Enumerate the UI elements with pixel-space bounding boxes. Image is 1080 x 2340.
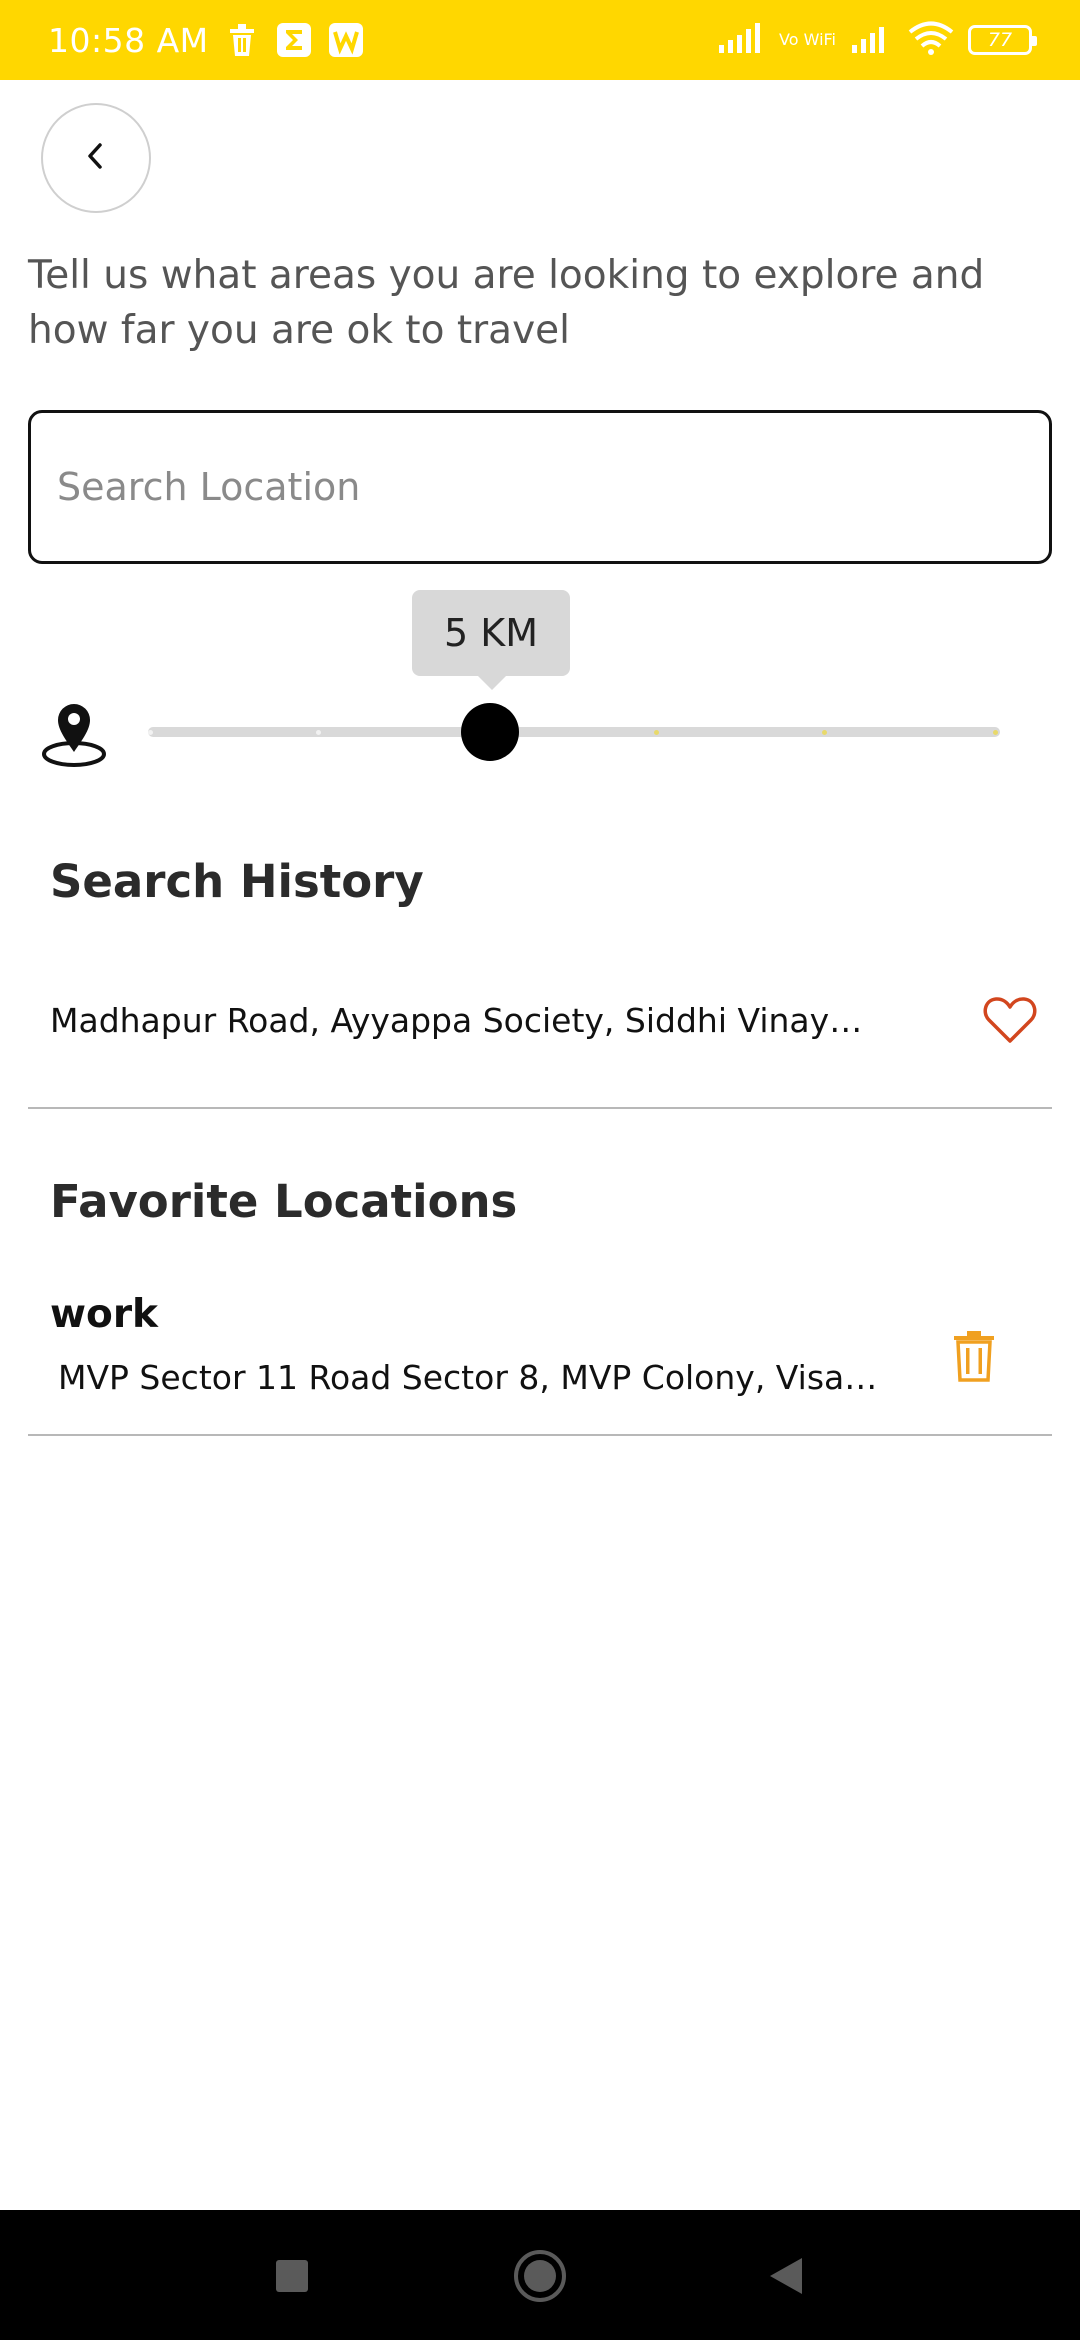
radius-value-label: 5 KM (444, 611, 538, 655)
recents-button[interactable] (264, 2248, 320, 2304)
vowifi-label: Vo WiFi (779, 30, 836, 49)
search-history-text: Madhapur Road, Ayyappa Society, Siddhi V… (50, 1000, 870, 1040)
status-bar: 10:58 AM Vo WiFi 77 (0, 0, 1080, 80)
location-pin-icon (36, 690, 116, 770)
signal-icon (717, 23, 765, 57)
system-status-icons: Vo WiFi 77 (717, 21, 1037, 59)
notification-icons (223, 21, 365, 59)
search-location-input[interactable] (57, 465, 1049, 509)
slider-tick (316, 730, 321, 735)
radius-slider-track[interactable] (148, 727, 1000, 737)
trash-notification-icon (223, 21, 261, 59)
radius-value-tooltip: 5 KM (412, 590, 570, 690)
back-triangle-icon (770, 2258, 802, 2294)
slider-tick (654, 730, 659, 735)
chevron-left-icon (84, 141, 108, 175)
home-button[interactable] (512, 2248, 568, 2304)
favorite-locations-title: Favorite Locations (50, 1175, 518, 1228)
signal-2-icon (850, 23, 894, 57)
sigma-app-icon (275, 21, 313, 59)
favorite-location-address: MVP Sector 11 Road Sector 8, MVP Colony,… (58, 1358, 878, 1397)
section-divider (28, 1434, 1052, 1436)
wifi-icon (908, 21, 954, 59)
slider-tick (993, 730, 998, 735)
battery-indicator: 77 (968, 25, 1037, 55)
slider-tick (822, 730, 827, 735)
radius-slider-thumb[interactable] (461, 703, 519, 761)
slider-tick (148, 730, 153, 735)
system-navigation-bar (0, 2210, 1080, 2340)
favorite-button[interactable] (980, 990, 1040, 1050)
radius-slider-row: 5 KM (0, 585, 1080, 785)
back-nav-button[interactable] (758, 2248, 814, 2304)
intro-text: Tell us what areas you are looking to ex… (28, 253, 985, 353)
section-divider (28, 1107, 1052, 1109)
home-circle-icon (514, 2250, 566, 2302)
heart-icon (983, 997, 1037, 1043)
search-history-title: Search History (50, 855, 424, 908)
back-button[interactable] (41, 103, 151, 213)
square-icon (276, 2260, 308, 2292)
trash-icon (954, 1331, 994, 1382)
search-history-item[interactable]: Madhapur Road, Ayyappa Society, Siddhi V… (50, 990, 1040, 1050)
search-location-field[interactable] (28, 410, 1052, 564)
office-app-icon (327, 21, 365, 59)
delete-favorite-button[interactable] (948, 1325, 1000, 1387)
favorite-location-name: work (50, 1292, 158, 1337)
status-time: 10:58 AM (48, 20, 209, 60)
